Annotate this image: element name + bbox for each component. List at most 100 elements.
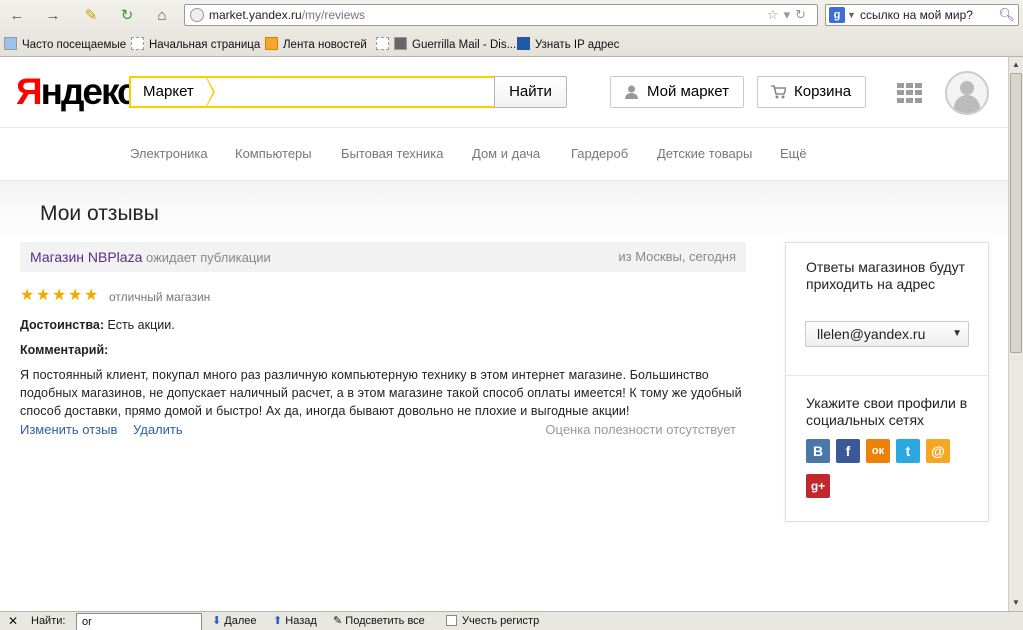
google-icon[interactable]: g	[829, 7, 845, 23]
search-icon[interactable]: 🔍︎	[998, 5, 1015, 25]
star-icon: ★	[20, 287, 35, 304]
bookmark-item[interactable]: Начальная страница	[131, 35, 260, 55]
address-bar[interactable]: market.yandex.ru/my/reviews ☆▾↻	[184, 4, 818, 26]
category-link[interactable]: Компьютеры	[235, 146, 312, 161]
bookmark-label: Узнать IP адрес	[535, 39, 620, 51]
ip-icon	[517, 37, 530, 50]
tools-icon[interactable]: ✎	[80, 6, 102, 26]
odnoklassniki-icon[interactable]: ок	[866, 439, 890, 463]
facebook-icon[interactable]: f	[836, 439, 860, 463]
page-content: Яндекс Маркет Найти Мой маркет Корзина Э…	[0, 57, 1008, 611]
avatar[interactable]	[945, 71, 989, 115]
star-icon[interactable]: ☆▾↻	[767, 5, 811, 25]
find-next-label: Далее	[224, 615, 257, 627]
chevron-down-icon: ▼	[952, 328, 962, 339]
page-icon	[376, 37, 389, 50]
back-icon[interactable]: ←	[6, 6, 28, 26]
category-link[interactable]: Бытовая техника	[341, 146, 443, 161]
cart-label: Корзина	[794, 83, 852, 100]
category-link[interactable]: Дом и дача	[472, 146, 540, 161]
browser-search-input[interactable]: g ▼ ссылко на мой мир? 🔍︎	[825, 4, 1019, 26]
review-pros: Достоинства: Есть акции.	[20, 316, 746, 334]
pros-text: Есть акции.	[107, 318, 175, 332]
pros-label: Достоинства:	[20, 318, 105, 332]
star-icon: ★	[36, 287, 51, 304]
bookmark-label: Часто посещаемые	[22, 39, 127, 51]
checkbox-icon	[446, 615, 457, 626]
user-icon	[625, 85, 638, 99]
vertical-scrollbar[interactable]: ▲ ▼	[1008, 57, 1023, 611]
review-location-time: из Москвы, сегодня	[618, 249, 736, 264]
twitter-icon[interactable]: t	[896, 439, 920, 463]
review-header: Магазин NBPlaza ожидает публикации из Мо…	[20, 242, 746, 272]
search-icon	[4, 37, 17, 50]
category-link[interactable]: Ещё	[780, 146, 807, 161]
highlighter-icon: ✎	[333, 615, 343, 627]
bookmark-item[interactable]: Guerrilla Mail - Dis...	[376, 35, 516, 55]
bookmark-label: Начальная страница	[149, 39, 261, 51]
category-nav: Электроника Компьютеры Бытовая техника Д…	[0, 128, 1008, 180]
star-icon: ★	[68, 287, 83, 304]
category-link[interactable]: Электроника	[130, 146, 208, 161]
bookmark-item[interactable]: Лента новостей	[265, 35, 367, 55]
category-link[interactable]: Гардероб	[571, 146, 628, 161]
email-select[interactable]: llelen@yandex.ru ▼	[805, 321, 969, 347]
find-prev-label: Назад	[285, 615, 317, 627]
chevron-down-icon[interactable]: ▼	[847, 5, 856, 25]
answers-text: Ответы магазинов будут приходить на адре…	[806, 259, 966, 292]
rating-text: отличный магазин	[109, 290, 211, 304]
logo-first-letter: Я	[16, 71, 43, 112]
forward-icon[interactable]: →	[42, 6, 64, 26]
bookmark-label: Guerrilla Mail - Dis...	[412, 39, 517, 51]
home-icon[interactable]: ⌂	[151, 6, 173, 26]
globe-icon	[190, 8, 204, 22]
scroll-up-icon[interactable]: ▲	[1009, 58, 1023, 72]
close-icon[interactable]: ✕	[8, 612, 18, 630]
category-link[interactable]: Детские товары	[657, 146, 752, 161]
google-plus-icon[interactable]: g+	[806, 474, 830, 498]
email-value: llelen@yandex.ru	[817, 326, 926, 342]
cart-icon	[771, 85, 786, 99]
url-host: market.yandex.ru	[209, 8, 302, 22]
highlight-label: Подсветить все	[345, 615, 425, 627]
browser-toolbar: ← → ✎ ↻ ⌂ market.yandex.ru/my/reviews ☆▾…	[0, 0, 1023, 57]
find-prev-button[interactable]: ⬆ Назад	[273, 612, 317, 630]
bookmark-item[interactable]: Часто посещаемые	[4, 35, 126, 55]
find-input[interactable]: or	[76, 613, 202, 630]
cart-button[interactable]: Корзина	[757, 76, 867, 108]
yandex-logo[interactable]: Яндекс	[16, 71, 138, 113]
edit-review-link[interactable]: Изменить отзыв	[20, 422, 117, 437]
page-title: Мои отзывы	[40, 202, 159, 225]
my-market-label: Мой маркет	[647, 83, 729, 100]
review-actions: Изменить отзыв Удалить	[20, 422, 195, 437]
market-search-input[interactable]: Маркет Найти	[129, 76, 567, 108]
shop-link[interactable]: Магазин NBPlaza	[30, 249, 142, 265]
bookmark-label: Лента новостей	[283, 39, 367, 51]
scroll-thumb[interactable]	[1010, 73, 1022, 353]
my-market-button[interactable]: Мой маркет	[610, 76, 744, 108]
arrow-up-icon: ⬆	[273, 615, 283, 627]
reload-icon[interactable]: ↻	[116, 6, 138, 26]
match-case-checkbox[interactable]: Учесть регистр	[446, 612, 539, 630]
page-icon	[131, 37, 144, 50]
comment-label-line: Комментарий:	[20, 341, 746, 359]
social-text: Укажите свои профили в социальных сетях	[806, 395, 968, 428]
arrow-down-icon: ⬇	[212, 615, 222, 627]
usefulness-rating: Оценка полезности отсутствует	[545, 422, 736, 437]
star-icon: ★	[84, 287, 99, 304]
bookmark-item[interactable]: Узнать IP адрес	[517, 35, 619, 55]
scroll-down-icon[interactable]: ▼	[1009, 596, 1023, 610]
services-grid-icon[interactable]	[897, 83, 923, 103]
vk-icon[interactable]: В	[806, 439, 830, 463]
highlight-all-button[interactable]: ✎ Подсветить все	[333, 612, 425, 630]
rating-stars: ★ ★ ★ ★ ★	[20, 288, 100, 304]
find-next-button[interactable]: ⬇ Далее	[212, 612, 257, 630]
url-path: /my/reviews	[301, 8, 366, 22]
find-bar: ✕ Найти: or ⬇ Далее ⬆ Назад ✎ Подсветить…	[0, 611, 1023, 630]
star-icon: ★	[52, 287, 67, 304]
find-label: Найти:	[31, 615, 66, 627]
mailru-icon[interactable]: @	[926, 439, 950, 463]
delete-review-link[interactable]: Удалить	[133, 422, 183, 437]
sidebar-divider	[786, 375, 988, 376]
search-button[interactable]: Найти	[494, 76, 567, 108]
